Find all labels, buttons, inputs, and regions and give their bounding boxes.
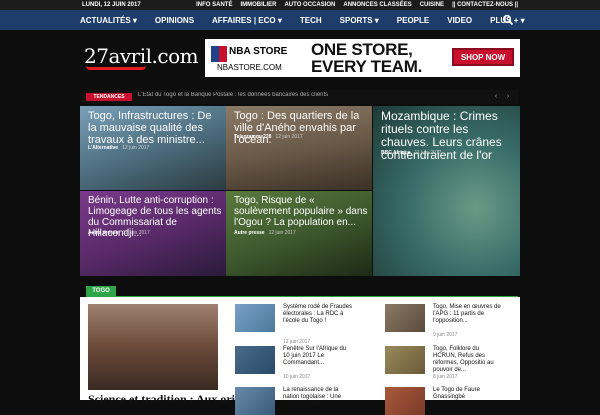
featured-source[interactable]: L'Alternative (88, 145, 118, 151)
featured-source[interactable]: Autre presse (234, 230, 265, 236)
featured-meta: L'Alternative 12 juin 2017 (88, 145, 149, 151)
featured-card-1[interactable]: Togo, Infrastructures : De la mauvaise q… (80, 106, 226, 190)
logo-swoosh (86, 66, 146, 70)
featured-title[interactable]: Togo, Infrastructures : De la mauvaise q… (88, 110, 222, 146)
featured-title[interactable]: Togo : Des quartiers de la ville d'Aného… (234, 110, 368, 146)
togo-section: Science et tradition : Aux origines Syst… (80, 297, 520, 415)
logo-tld: .com (151, 44, 199, 68)
item-thumbnail[interactable] (235, 304, 275, 332)
top-link-sante[interactable]: INFO SANTÉ (196, 2, 232, 8)
featured-date: 12 juin 2017 (275, 134, 303, 140)
nav-video[interactable]: VIDEO (447, 16, 472, 25)
trending-next-icon[interactable]: › (504, 93, 512, 101)
featured-title[interactable]: Togo, Risque de « soulèvement populaire … (234, 195, 368, 228)
featured-date: 12 juin 2017 (122, 230, 150, 236)
big-article-image[interactable] (88, 304, 218, 390)
featured-meta: BBC Afrique 11 juin 2017 (381, 150, 441, 156)
featured-meta: Autre presse 12 juin 2017 (88, 230, 150, 236)
trending-label: TENDANCES (86, 93, 132, 101)
featured-meta: Autre presse 12 juin 2017 (234, 230, 296, 236)
nba-logo-icon (211, 46, 227, 62)
item-thumbnail[interactable] (235, 346, 275, 374)
item-thumbnail[interactable] (385, 387, 425, 415)
nav-affaires[interactable]: AFFAIRES | ECO ▾ (212, 16, 282, 25)
item-date: 12 juin 2017 (283, 339, 311, 345)
featured-card-4[interactable]: Bénin, Lutte anti-corruption : Limogeage… (80, 191, 226, 276)
search-icon[interactable] (502, 14, 514, 26)
featured-date: 12 juin 2017 (122, 145, 150, 151)
item-date: 10 juin 2017 (283, 374, 311, 380)
item-title[interactable]: Fenêtre Sur l'Afrique du 10 juin 2017 Le… (283, 346, 353, 367)
ad-slogan-line2: EVERY TEAM. (311, 57, 423, 76)
featured-source[interactable]: Telegramme228 (234, 134, 271, 140)
featured-card-2[interactable]: Togo : Des quartiers de la ville d'Aného… (226, 106, 372, 190)
ad-shop-button[interactable]: SHOP NOW (452, 48, 514, 66)
trending-ticker[interactable]: L'Etat du Togo et la Banque Postale : le… (138, 92, 438, 98)
nav-tech[interactable]: TECH (300, 16, 322, 25)
item-date: 9 juin 2017 (433, 332, 458, 338)
main-nav: ACTUALITÉS ▾ OPINIONS AFFAIRES | ECO ▾ T… (0, 10, 600, 30)
top-link-contact[interactable]: || CONTACTEZ-NOUS || (452, 2, 518, 8)
trending-bar: TENDANCES L'Etat du Togo et la Banque Po… (82, 90, 518, 104)
nav-opinions[interactable]: OPINIONS (155, 16, 194, 25)
nav-sports[interactable]: SPORTS ▾ (340, 16, 379, 25)
featured-card-3[interactable]: Mozambique : Crimes rituels contre les c… (373, 106, 520, 276)
ad-domain: NBASTORE.COM (217, 63, 282, 72)
trending-prev-icon[interactable]: ‹ (492, 93, 500, 101)
item-title[interactable]: Le Togo de Faure Gnassingbé (433, 387, 503, 401)
current-date: LUNDI, 12 JUIN 2017 (82, 2, 141, 8)
site-logo[interactable]: 27avril.com (84, 42, 199, 70)
item-title[interactable]: Système rodé de Fraudes électorales : La… (283, 304, 353, 325)
top-links: INFO SANTÉ IMMOBILIER AUTO OCCASION ANNO… (196, 2, 518, 8)
item-thumbnail[interactable] (235, 387, 275, 415)
item-title[interactable]: La renaissance de la nation togolaise : … (283, 387, 353, 408)
featured-date: 11 juin 2017 (414, 150, 442, 156)
site-header: 27avril.com NBA STORE NBASTORE.COM ONE S… (0, 30, 600, 84)
item-title[interactable]: Togo, Mise en œuvres de l'APG : 11 parti… (433, 304, 503, 325)
featured-meta: Telegramme228 12 juin 2017 (234, 134, 303, 140)
featured-date: 12 juin 2017 (268, 230, 296, 236)
item-date: 8 juin 2017 (433, 374, 458, 380)
ad-banner[interactable]: NBA STORE NBASTORE.COM ONE STORE, EVERY … (205, 39, 520, 77)
section-tag-togo[interactable]: TOGO (86, 286, 116, 296)
item-title[interactable]: Togo, Folklore du HCRUN, Refus des réfor… (433, 346, 503, 374)
top-bar: LUNDI, 12 JUIN 2017 INFO SANTÉ IMMOBILIE… (0, 0, 600, 10)
featured-source[interactable]: Autre presse (88, 230, 119, 236)
top-link-immobilier[interactable]: IMMOBILIER (240, 2, 276, 8)
logo-name: 27avril (84, 44, 152, 68)
nav-actualites[interactable]: ACTUALITÉS ▾ (80, 16, 137, 25)
ad-brand-block: NBA STORE NBASTORE.COM (209, 42, 293, 74)
featured-source[interactable]: BBC Afrique (381, 150, 411, 156)
ad-brand: NBA STORE (229, 46, 288, 57)
item-thumbnail[interactable] (385, 346, 425, 374)
top-link-auto[interactable]: AUTO OCCASION (284, 2, 335, 8)
top-link-cuisine[interactable]: CUISINE (420, 2, 444, 8)
top-link-annonces[interactable]: ANNONCES CLASSÉES (343, 2, 411, 8)
ad-slogan-line1: ONE STORE, (311, 40, 413, 59)
nav-people[interactable]: PEOPLE (397, 16, 429, 25)
featured-card-5[interactable]: Togo, Risque de « soulèvement populaire … (226, 191, 372, 276)
ad-slogan: ONE STORE, EVERY TEAM. (311, 41, 422, 75)
item-thumbnail[interactable] (385, 304, 425, 332)
